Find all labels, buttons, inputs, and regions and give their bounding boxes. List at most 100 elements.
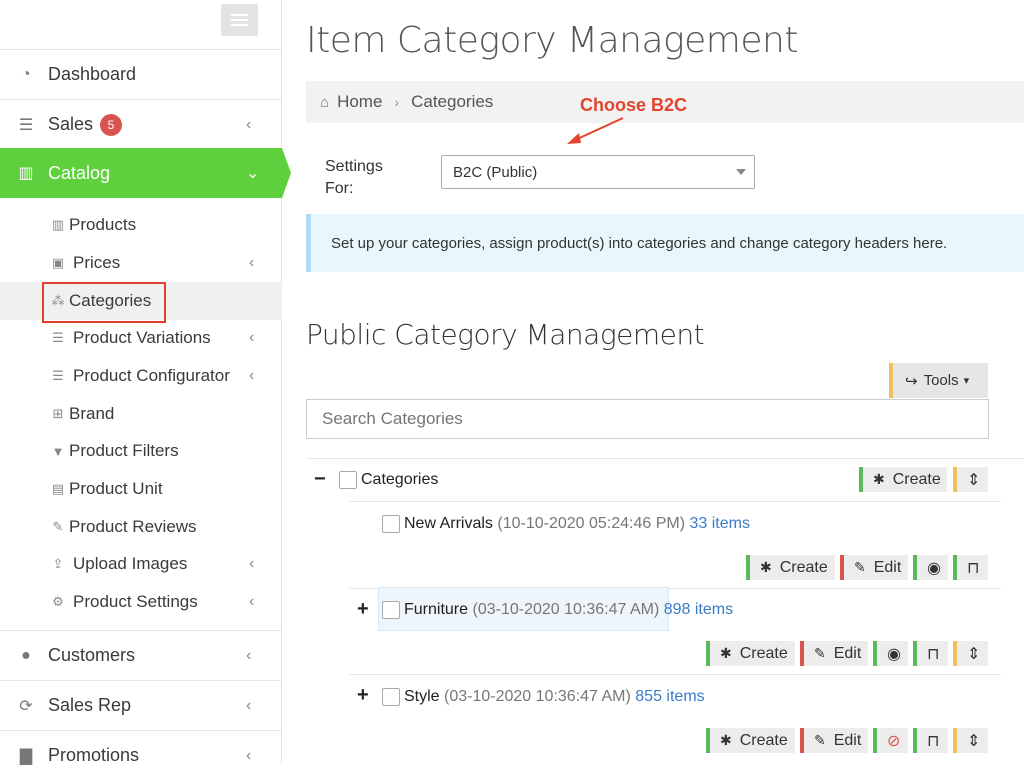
chevron-left-icon: ‹	[249, 555, 255, 572]
gear-icon: ⚙	[52, 594, 64, 609]
list-icon: ☰	[52, 330, 64, 345]
chevron-left-icon: ‹	[249, 593, 255, 610]
lock-button[interactable]: ⊓	[953, 555, 988, 580]
chevron-left-icon: ‹	[246, 746, 252, 764]
user-icon: ●	[21, 646, 31, 664]
chevron-left-icon: ‹	[249, 254, 255, 271]
lock-button[interactable]: ⊓	[913, 728, 948, 753]
asterisk-icon: ✱	[720, 732, 732, 748]
visibility-button[interactable]: ◉	[913, 555, 948, 580]
barcode-icon: ▥	[18, 165, 34, 182]
sidebar-item-customers[interactable]: ● Customers ‹	[0, 630, 282, 680]
chevron-left-icon: ‹	[246, 646, 252, 664]
row-checkbox[interactable]	[382, 601, 400, 619]
expand-icon[interactable]: +	[357, 598, 369, 621]
highlight-box	[42, 282, 166, 323]
caret-down-icon	[736, 169, 746, 175]
chevron-left-icon: ‹	[249, 367, 255, 384]
breadcrumb-home[interactable]: Home	[337, 92, 382, 112]
annotation-arrow	[567, 117, 624, 144]
sidebar-sub-product-filters[interactable]: ▼ Product Filters	[0, 432, 282, 470]
chevron-left-icon: ‹	[249, 329, 255, 346]
settings-for-label: Settings For:	[325, 158, 383, 197]
main-content: Item Category Management ⌂ Home › Catego…	[282, 0, 1024, 764]
upload-icon: ⇪	[52, 556, 64, 571]
collapse-icon[interactable]: −	[314, 468, 326, 491]
sidebar: ◔ Dashboard ☰ Sales 5 ‹ ▥ Catalog ⌄ ▥ Pr…	[0, 0, 291, 765]
category-row-furniture[interactable]: Furniture (03-10-2020 10:36:47 AM) 898 i…	[404, 601, 733, 619]
breadcrumb-current: Categories	[411, 92, 494, 111]
sort-handle[interactable]: ⇕	[953, 467, 988, 492]
lock-button[interactable]: ⊓	[913, 641, 948, 666]
refresh-icon: ⟳	[19, 697, 33, 715]
chevron-down-icon: ⌄	[246, 165, 260, 182]
eye-icon: ◉	[887, 645, 901, 663]
eye-icon: ◉	[927, 559, 941, 577]
asterisk-icon: ✱	[873, 471, 885, 487]
eye-slash-icon: ⊘	[887, 732, 901, 750]
info-alert: Set up your categories, assign product(s…	[306, 214, 1024, 272]
sort-icon: ⇕	[967, 645, 981, 663]
sidebar-item-sales-rep[interactable]: ⟳ Sales Rep ‹	[0, 680, 282, 730]
create-button[interactable]: ✱ Create	[706, 728, 795, 753]
share-icon: ↪	[905, 372, 918, 390]
edit-icon: ✎	[854, 559, 866, 575]
asterisk-icon: ✱	[720, 645, 732, 661]
category-row-new-arrivals[interactable]: New Arrivals (10-10-2020 05:24:46 PM) 33…	[404, 515, 750, 533]
expand-icon[interactable]: +	[357, 684, 369, 707]
sidebar-item-catalog[interactable]: ▥ Catalog ⌄	[0, 148, 291, 198]
unlock-icon: ⊓	[967, 559, 980, 577]
root-checkbox[interactable]	[339, 471, 357, 489]
dashboard-icon: ◔	[21, 65, 31, 83]
create-button[interactable]: ✱ Create	[706, 641, 795, 666]
sidebar-sub-upload-images[interactable]: ⇪ Upload Images ‹	[0, 545, 282, 583]
filter-icon: ▼	[51, 443, 65, 459]
category-row-style[interactable]: Style (03-10-2020 10:36:47 AM) 855 items	[404, 688, 705, 706]
hamburger-menu-icon[interactable]	[221, 4, 258, 36]
sort-icon: ⇕	[967, 471, 981, 489]
edit-icon: ✎	[52, 519, 64, 534]
root-label: Categories	[361, 471, 439, 488]
asterisk-icon: ✱	[760, 559, 772, 575]
sidebar-sub-product-unit[interactable]: ▤ Product Unit	[0, 470, 282, 508]
row-checkbox[interactable]	[382, 688, 400, 706]
sidebar-sub-product-settings[interactable]: ⚙ Product Settings ‹	[0, 583, 282, 621]
money-icon: ▣	[51, 255, 65, 270]
sidebar-sub-brand[interactable]: ⊞ Brand	[0, 395, 282, 433]
sidebar-sub-product-reviews[interactable]: ✎ Product Reviews	[0, 508, 282, 546]
visibility-button[interactable]: ⊘	[873, 728, 908, 753]
edit-button[interactable]: ✎ Edit	[800, 728, 868, 753]
chevron-left-icon: ‹	[246, 115, 252, 133]
annotation-label: Choose B2C	[580, 95, 688, 115]
sidebar-item-dashboard[interactable]: ◔ Dashboard	[0, 49, 282, 99]
edit-button[interactable]: ✎ Edit	[840, 555, 908, 580]
sidebar-sub-products[interactable]: ▥ Products	[0, 206, 282, 244]
visibility-button[interactable]: ◉	[873, 641, 908, 666]
sales-count-badge: 5	[100, 113, 122, 136]
search-input[interactable]	[306, 399, 989, 439]
sidebar-sub-product-configurator[interactable]: ☰ Product Configurator ‹	[0, 357, 282, 395]
home-icon: ⌂	[320, 93, 330, 111]
barcode-icon: ▥	[51, 217, 65, 232]
page-title: Item Category Management	[306, 20, 798, 61]
sort-handle[interactable]: ⇕	[953, 728, 988, 753]
section-title: Public Category Management	[306, 318, 705, 351]
edit-button[interactable]: ✎ Edit	[800, 641, 868, 666]
settings-for-select[interactable]: B2C (Public)	[441, 155, 755, 189]
chevron-left-icon: ‹	[246, 696, 252, 714]
divider	[306, 458, 1024, 459]
create-button[interactable]: ✱ Create	[746, 555, 835, 580]
row-checkbox[interactable]	[382, 515, 400, 533]
edit-icon: ✎	[814, 732, 826, 748]
sort-handle[interactable]: ⇕	[953, 641, 988, 666]
sidebar-item-sales[interactable]: ☰ Sales 5 ‹	[0, 99, 282, 149]
building-icon: ▤	[51, 481, 65, 496]
sidebar-sub-prices[interactable]: ▣ Prices ‹	[0, 244, 282, 282]
tools-button[interactable]: ↪ Tools ▾	[889, 363, 988, 398]
edit-icon: ✎	[814, 645, 826, 661]
sidebar-item-promotions[interactable]: ▇ Promotions ‹	[0, 730, 282, 780]
root-create-button[interactable]: ✱ Create	[859, 467, 947, 492]
chevron-right-icon: ›	[394, 94, 400, 110]
sidebar-sub-product-variations[interactable]: ☰ Product Variations ‹	[0, 319, 282, 357]
unlock-icon: ⊓	[927, 645, 940, 663]
